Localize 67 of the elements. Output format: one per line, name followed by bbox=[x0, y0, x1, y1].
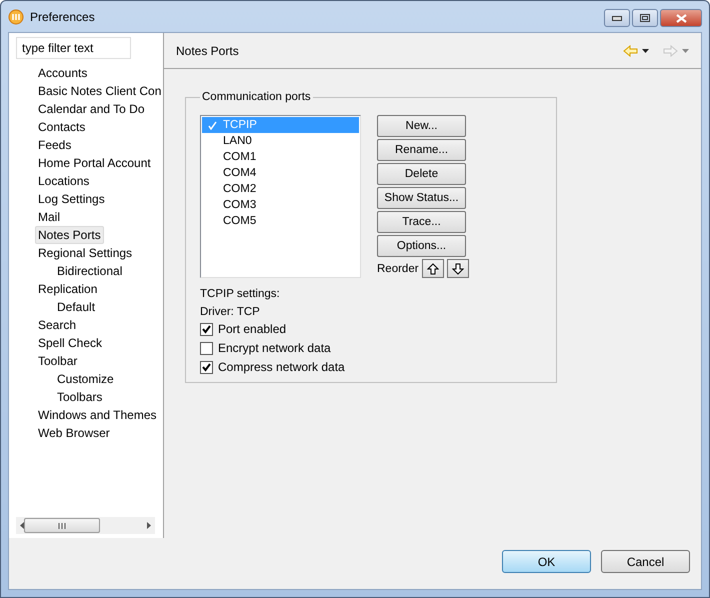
port-item[interactable]: COM5 bbox=[202, 213, 359, 229]
minimize-icon bbox=[612, 16, 622, 20]
maximize-button[interactable] bbox=[632, 9, 658, 27]
port-item[interactable]: LAN0 bbox=[202, 133, 359, 149]
up-arrow-icon bbox=[426, 262, 439, 274]
close-button[interactable] bbox=[660, 9, 702, 27]
action-button[interactable]: Rename... bbox=[377, 139, 466, 161]
tree-item[interactable]: Web Browser bbox=[35, 424, 113, 442]
action-button[interactable]: Delete bbox=[377, 163, 466, 185]
checkbox[interactable] bbox=[200, 360, 213, 374]
tree-item[interactable]: Search bbox=[35, 316, 80, 334]
scroll-thumb[interactable] bbox=[24, 518, 100, 533]
group-title: Communication ports bbox=[201, 91, 312, 103]
tree-item[interactable]: Regional Settings bbox=[35, 244, 136, 262]
move-up-button[interactable] bbox=[422, 259, 444, 278]
checkbox[interactable] bbox=[200, 322, 213, 336]
port-item[interactable]: COM4 bbox=[202, 165, 359, 181]
minimize-button[interactable] bbox=[604, 9, 630, 27]
tree-item[interactable]: Toolbars bbox=[54, 388, 106, 406]
settings-heading: TCPIP settings: bbox=[200, 288, 281, 300]
action-button[interactable]: New... bbox=[377, 115, 466, 137]
reorder-label: Reorder bbox=[377, 262, 419, 274]
action-button[interactable]: Show Status... bbox=[377, 187, 466, 209]
tree-item[interactable]: Mail bbox=[35, 208, 64, 226]
tree-item[interactable]: Calendar and To Do bbox=[35, 100, 148, 118]
app-icon bbox=[8, 8, 24, 24]
port-item[interactable]: COM3 bbox=[202, 197, 359, 213]
grip-icon bbox=[58, 522, 66, 528]
ports-list[interactable]: TCPIP LAN0 COM1 COM4 COM2 COM3 COM5 bbox=[200, 115, 361, 278]
page-title: Notes Ports bbox=[176, 44, 239, 58]
tree-item[interactable]: Notes Ports bbox=[35, 226, 104, 244]
tree-item[interactable]: Home Portal Account bbox=[35, 154, 154, 172]
tree-item[interactable]: Basic Notes Client Con bbox=[35, 82, 163, 100]
close-icon bbox=[676, 14, 686, 22]
ok-button[interactable]: OK bbox=[502, 550, 591, 573]
tree-item[interactable]: Customize bbox=[54, 370, 117, 388]
window-title: Preferences bbox=[30, 10, 95, 24]
tree-item[interactable]: Feeds bbox=[35, 136, 74, 154]
tree-item[interactable]: Toolbar bbox=[35, 352, 80, 370]
checkbox[interactable] bbox=[200, 342, 213, 354]
tree-item[interactable]: Locations bbox=[35, 172, 92, 190]
check-icon bbox=[202, 324, 211, 334]
option-checkbox[interactable]: Compress network data bbox=[200, 360, 542, 374]
tree-item[interactable]: Contacts bbox=[35, 118, 88, 136]
dropdown-caret-icon[interactable] bbox=[642, 48, 649, 52]
tree-item[interactable]: Log Settings bbox=[35, 190, 108, 208]
cancel-button[interactable]: Cancel bbox=[601, 550, 690, 573]
check-icon bbox=[202, 362, 211, 372]
tree-item[interactable]: Default bbox=[54, 298, 98, 316]
tree-item[interactable]: Spell Check bbox=[35, 334, 106, 352]
option-checkbox[interactable]: Port enabled bbox=[200, 322, 542, 336]
filter-field[interactable]: type filter text bbox=[16, 37, 131, 59]
tree-item[interactable]: Windows and Themes bbox=[35, 406, 160, 424]
scroll-right-icon bbox=[147, 522, 151, 529]
option-checkbox[interactable]: Encrypt network data bbox=[200, 341, 542, 355]
driver-label: Driver: TCP bbox=[200, 306, 261, 318]
tree-item[interactable]: Replication bbox=[35, 280, 100, 298]
move-down-button[interactable] bbox=[446, 259, 469, 278]
tree-item[interactable]: Bidirectional bbox=[54, 262, 126, 280]
down-arrow-icon bbox=[452, 262, 464, 274]
action-button[interactable]: Options... bbox=[377, 235, 466, 257]
port-item[interactable]: COM1 bbox=[202, 149, 359, 165]
maximize-icon bbox=[640, 14, 650, 22]
tree-item[interactable]: Accounts bbox=[35, 64, 90, 82]
port-item[interactable]: COM2 bbox=[202, 181, 359, 197]
action-button[interactable]: Trace... bbox=[377, 211, 466, 233]
horizontal-scrollbar[interactable] bbox=[16, 517, 155, 534]
